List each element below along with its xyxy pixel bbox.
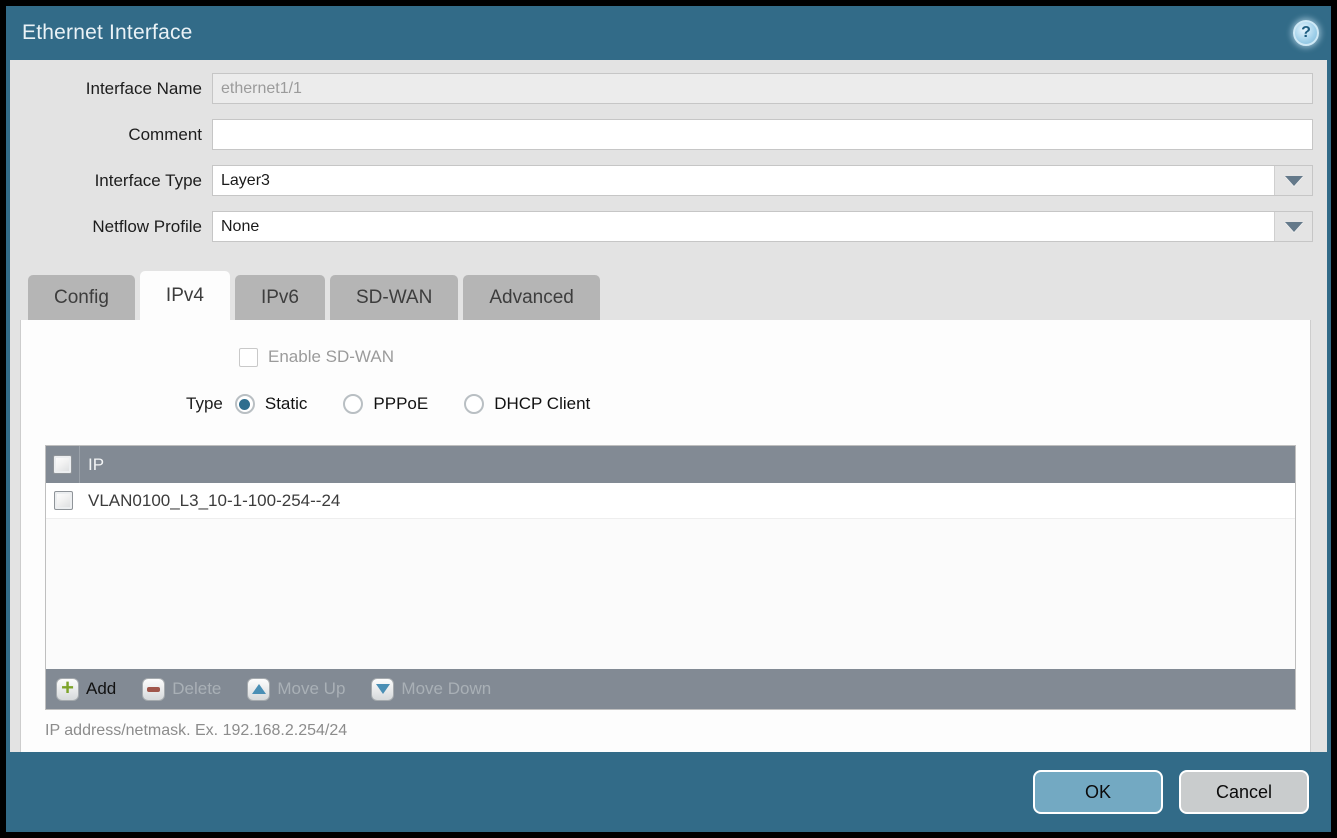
- move-down-button[interactable]: Move Down: [371, 678, 491, 701]
- dialog-titlebar: Ethernet Interface ?: [6, 6, 1331, 60]
- tab-advanced[interactable]: Advanced: [463, 275, 600, 320]
- netflow-profile-dropdown[interactable]: None: [212, 211, 1313, 242]
- interface-name-value: ethernet1/1: [221, 80, 302, 98]
- form-row-interface-type: Interface Type Layer3: [20, 165, 1313, 196]
- arrow-down-icon: [371, 678, 394, 701]
- netflow-profile-label: Netflow Profile: [20, 217, 212, 237]
- minus-icon: [142, 678, 165, 701]
- move-up-button[interactable]: Move Up: [247, 678, 345, 701]
- dialog-body: Interface Name ethernet1/1 Comment Inter…: [10, 60, 1327, 752]
- comment-label: Comment: [20, 125, 212, 145]
- radio-pppoe-label: PPPoE: [373, 394, 428, 414]
- plus-icon: +: [56, 678, 79, 701]
- type-label: Type: [186, 394, 223, 414]
- tab-sd-wan[interactable]: SD-WAN: [330, 275, 458, 320]
- enable-sdwan-label: Enable SD-WAN: [268, 347, 394, 367]
- enable-sdwan-checkbox[interactable]: [239, 348, 258, 367]
- dialog-footer: OK Cancel: [6, 752, 1331, 832]
- ip-table: IP VLAN0100_L3_10-1-100-254--24 + Add: [45, 445, 1296, 710]
- chevron-down-icon: [1285, 176, 1303, 186]
- radio-static[interactable]: [235, 394, 255, 414]
- netflow-profile-value: None: [213, 212, 1274, 241]
- form-row-netflow-profile: Netflow Profile None: [20, 211, 1313, 242]
- radio-dot: [239, 399, 250, 410]
- move-down-button-label: Move Down: [401, 679, 491, 699]
- row-check-col: [46, 483, 80, 518]
- header-check-col: [46, 446, 80, 483]
- tab-config[interactable]: Config: [28, 275, 135, 320]
- radio-dot: [348, 399, 359, 410]
- chevron-down-icon: [1285, 222, 1303, 232]
- radio-dhcp-client-label: DHCP Client: [494, 394, 590, 414]
- interface-type-dropdown-button[interactable]: [1274, 166, 1312, 195]
- ip-cell: VLAN0100_L3_10-1-100-254--24: [80, 491, 340, 511]
- ip-format-hint: IP address/netmask. Ex. 192.168.2.254/24: [45, 722, 1310, 740]
- interface-name-label: Interface Name: [20, 79, 212, 99]
- add-button-label: Add: [86, 679, 116, 699]
- ethernet-interface-dialog: Ethernet Interface ? Interface Name ethe…: [0, 0, 1337, 838]
- radio-dhcp-client[interactable]: [464, 394, 484, 414]
- help-icon-glyph: ?: [1301, 24, 1311, 42]
- add-button[interactable]: + Add: [56, 678, 116, 701]
- tab-ipv4[interactable]: IPv4: [140, 271, 230, 320]
- tab-bar: Config IPv4 IPv6 SD-WAN Advanced: [20, 271, 1313, 320]
- delete-button-label: Delete: [172, 679, 221, 699]
- radio-dot: [469, 399, 480, 410]
- type-radio-group: Type Static PPPoE DHCP Client: [186, 391, 1310, 417]
- row-checkbox[interactable]: [54, 491, 73, 510]
- help-icon[interactable]: ?: [1293, 20, 1319, 46]
- select-all-checkbox[interactable]: [53, 455, 72, 474]
- enable-sdwan-row: Enable SD-WAN: [239, 345, 1310, 369]
- table-empty-area: [46, 519, 1295, 669]
- form-row-interface-name: Interface Name ethernet1/1: [20, 73, 1313, 104]
- table-toolbar: + Add Delete Move Up Move Down: [46, 669, 1295, 709]
- interface-type-dropdown[interactable]: Layer3: [212, 165, 1313, 196]
- ipv4-tab-panel: Enable SD-WAN Type Static PPPoE DHCP Cli…: [20, 320, 1311, 752]
- radio-static-label: Static: [265, 394, 308, 414]
- ip-column-header: IP: [80, 455, 104, 475]
- form-row-comment: Comment: [20, 119, 1313, 150]
- netflow-profile-dropdown-button[interactable]: [1274, 212, 1312, 241]
- comment-input[interactable]: [212, 119, 1313, 150]
- table-row[interactable]: VLAN0100_L3_10-1-100-254--24: [46, 483, 1295, 519]
- cancel-button[interactable]: Cancel: [1179, 770, 1309, 814]
- arrow-up-icon: [247, 678, 270, 701]
- interface-name-field: ethernet1/1: [212, 73, 1313, 104]
- radio-pppoe[interactable]: [343, 394, 363, 414]
- interface-type-label: Interface Type: [20, 171, 212, 191]
- tab-ipv6[interactable]: IPv6: [235, 275, 325, 320]
- ok-button[interactable]: OK: [1033, 770, 1163, 814]
- move-up-button-label: Move Up: [277, 679, 345, 699]
- dialog-title: Ethernet Interface: [22, 21, 193, 45]
- delete-button[interactable]: Delete: [142, 678, 221, 701]
- ip-table-header: IP: [46, 446, 1295, 483]
- interface-type-value: Layer3: [213, 166, 1274, 195]
